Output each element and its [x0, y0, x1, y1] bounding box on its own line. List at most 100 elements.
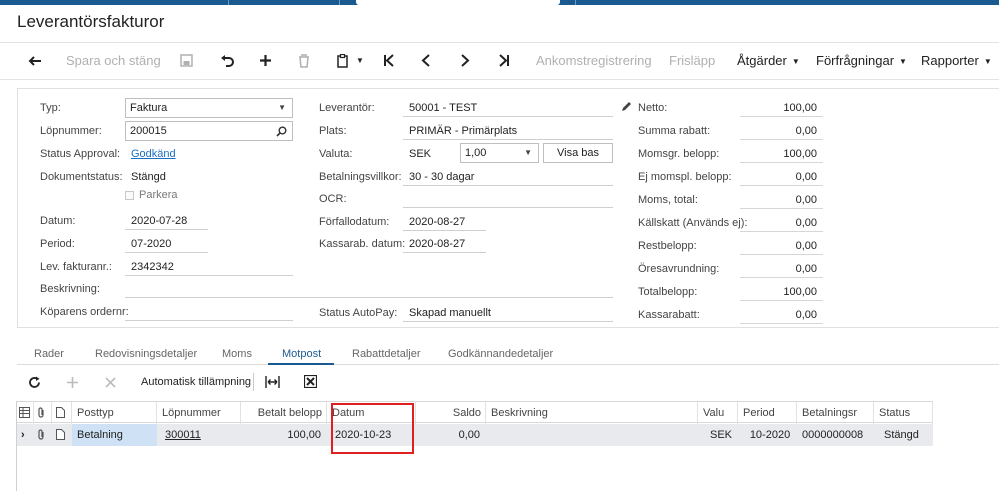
total-value-field: 0,00	[740, 212, 823, 232]
col-header-beskrivning[interactable]: Beskrivning	[486, 402, 698, 424]
show-base-label: Visa bas	[557, 147, 599, 159]
plus-icon[interactable]	[67, 377, 78, 388]
col-header-status[interactable]: Status	[874, 402, 933, 424]
cell-betalningsref: 0000000008	[802, 429, 864, 441]
active-tab-indicator	[268, 363, 334, 365]
type-value: Faktura	[130, 102, 168, 114]
cell-lopnummer-link[interactable]: 300011	[160, 424, 241, 446]
actions-menu[interactable]: Åtgärder ▼	[737, 43, 800, 79]
date-field[interactable]: 2020-07-28	[125, 210, 208, 230]
inquiries-menu[interactable]: Förfrågningar ▼	[816, 43, 907, 79]
due-date-field[interactable]: 2020-08-27	[403, 211, 486, 231]
vendor-invoice-no-label: Lev. fakturanr.:	[40, 261, 112, 273]
description-label: Beskrivning:	[40, 283, 100, 295]
park-checkbox[interactable]	[125, 191, 134, 200]
col-header-betalt-belopp[interactable]: Betalt belopp	[241, 402, 327, 424]
period-field[interactable]: 07-2020	[125, 233, 208, 253]
tab-discount-details[interactable]: Rabattdetaljer	[352, 348, 421, 360]
grid-header-row: Posttyp Löpnummer Betalt belopp Datum Sa…	[17, 401, 933, 424]
refresh-icon[interactable]	[28, 376, 41, 389]
cell-posttyp[interactable]: Betalning	[72, 424, 157, 446]
release-button[interactable]: Frisläpp	[669, 43, 715, 79]
chevron-right-icon	[461, 54, 470, 67]
total-value-field: 0,00	[740, 189, 823, 209]
excel-export-icon[interactable]	[304, 375, 317, 388]
row-attachment-cell[interactable]	[34, 424, 52, 446]
actions-label: Åtgärder	[737, 53, 787, 68]
period-value: 07-2020	[131, 238, 172, 250]
search-box[interactable]	[356, 0, 560, 5]
total-value: 100,00	[783, 102, 817, 114]
currency-rate-select[interactable]: 1,00 ▼	[460, 143, 539, 163]
cash-discount-date-field[interactable]: 2020-08-27	[403, 233, 486, 253]
total-value: 0,00	[795, 171, 817, 183]
document-icon	[56, 407, 65, 418]
total-value: 0,00	[795, 194, 817, 206]
vendor-field[interactable]: 50001 - TEST	[403, 97, 613, 117]
location-field[interactable]: PRIMÄR - Primärplats	[403, 120, 613, 140]
arrival-registration-button[interactable]: Ankomstregistrering	[536, 43, 652, 79]
type-label: Typ:	[40, 102, 61, 114]
show-base-button[interactable]: Visa bas	[543, 143, 613, 163]
col-header-lopnummer[interactable]: Löpnummer	[157, 402, 241, 424]
col-header-betalningsref[interactable]: Betalningsr	[797, 402, 874, 424]
due-date-label: Förfallodatum:	[319, 216, 390, 228]
total-label: Netto:	[638, 102, 668, 114]
tab-rows[interactable]: Rader	[34, 348, 64, 360]
cell-status: Stängd	[884, 429, 919, 441]
col-header-period[interactable]: Period	[738, 402, 797, 424]
document-header-form: Typ: Faktura ▼ Löpnummer: 200015 Status …	[17, 88, 999, 328]
total-value: 100,00	[783, 148, 817, 160]
park-label: Parkera	[139, 189, 178, 201]
page-title: Leverantörsfakturor	[17, 12, 165, 31]
ref-number-label: Löpnummer:	[40, 125, 102, 137]
total-value: 100,00	[783, 286, 817, 298]
row-note-cell[interactable]	[52, 424, 72, 446]
total-value-field: 0,00	[740, 120, 823, 140]
tab-offset[interactable]: Motpost	[282, 348, 321, 360]
ocr-field[interactable]	[403, 188, 613, 208]
total-value: 0,00	[795, 217, 817, 229]
cell-saldo: 0,00	[458, 429, 480, 441]
close-icon[interactable]	[105, 377, 116, 388]
tab-accounting-details[interactable]: Redovisningsdetaljer	[95, 348, 197, 360]
clipboard-icon	[337, 54, 348, 68]
total-label: Totalbelopp:	[638, 286, 698, 298]
chevron-down-icon: ▼	[356, 56, 364, 65]
buyer-order-no-field[interactable]	[125, 301, 293, 321]
chevron-left-icon	[421, 54, 430, 67]
status-approval-link[interactable]: Godkänd	[131, 148, 176, 160]
nav-separator	[228, 0, 229, 5]
col-header-valuta[interactable]: Valu	[698, 402, 738, 424]
payment-terms-field[interactable]: 30 - 30 dagar	[403, 166, 613, 186]
attachment-column-header[interactable]	[34, 402, 52, 424]
payment-terms-label: Betalningsvillkor:	[319, 171, 402, 183]
reports-menu[interactable]: Rapporter ▼	[921, 43, 992, 79]
auto-apply-button[interactable]: Automatisk tillämpning	[141, 376, 251, 388]
vendor-invoice-no-field[interactable]: 2342342	[125, 256, 293, 276]
arrow-left-icon	[28, 56, 41, 66]
type-select[interactable]: Faktura ▼	[125, 98, 293, 118]
grid-settings-icon	[19, 407, 30, 418]
table-row[interactable]: › Betalning 300011 100,00 2020-10-23 0,0…	[17, 424, 933, 446]
total-value-field: 0,00	[740, 235, 823, 255]
tab-vat[interactable]: Moms	[222, 348, 252, 360]
last-icon	[499, 54, 509, 67]
tab-approval-details[interactable]: Godkännandedetaljer	[448, 348, 553, 360]
row-selector-chevron-icon[interactable]: ›	[17, 424, 34, 446]
col-header-saldo[interactable]: Saldo	[416, 402, 486, 424]
pencil-icon[interactable]	[621, 101, 632, 112]
description-field[interactable]	[125, 278, 613, 298]
fit-columns-icon[interactable]	[265, 376, 280, 388]
column-selector[interactable]	[17, 402, 34, 424]
total-value-field: 100,00	[740, 281, 823, 301]
currency-rate-value: 1,00	[465, 147, 487, 159]
plus-icon	[260, 55, 271, 66]
col-header-posttyp[interactable]: Posttyp	[72, 402, 157, 424]
ref-number-field[interactable]: 200015	[125, 121, 293, 141]
autopay-status-field[interactable]: Skapad manuellt	[403, 302, 613, 322]
save-and-close-button[interactable]: Spara och stäng	[66, 43, 161, 79]
total-value: 0,00	[795, 240, 817, 252]
toolbar: Spara och stäng ▼ Ankomstregistrering Fr…	[0, 42, 999, 80]
note-column-header[interactable]	[52, 402, 72, 424]
